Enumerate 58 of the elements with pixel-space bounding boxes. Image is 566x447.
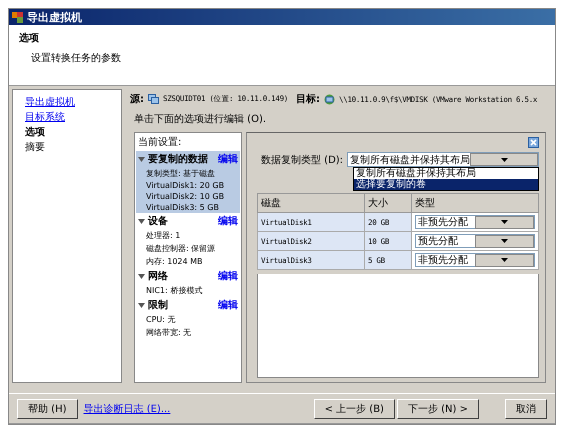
- type-dropdown[interactable]: 非预先分配: [415, 253, 535, 267]
- cancel-button[interactable]: 取消: [505, 399, 547, 419]
- settings-title: 当前设置:: [137, 136, 182, 150]
- type-dropdown[interactable]: 预先分配: [415, 234, 535, 248]
- setting-value: 内存: 1024 MB: [145, 256, 204, 268]
- edit-link[interactable]: 编辑: [218, 269, 238, 283]
- help-button[interactable]: 帮助 (H): [17, 399, 78, 419]
- section-title: 限制: [148, 298, 169, 312]
- setting-value: 网络带宽: 无: [145, 327, 192, 339]
- page-subtitle: 设置转换任务的参数: [30, 52, 122, 65]
- column-header[interactable]: 类型: [412, 194, 538, 212]
- instruction-text: 单击下面的选项进行编辑 (O).: [133, 112, 268, 126]
- back-button[interactable]: < 上一步 (B): [314, 399, 395, 419]
- settings-section[interactable]: 限制 编辑 CPU: 无 网络带宽: 无: [136, 297, 240, 339]
- next-button[interactable]: 下一步 (N) >: [396, 399, 479, 419]
- window-title: 导出虚拟机: [27, 10, 82, 24]
- copy-type-label: 数据复制类型 (D):: [261, 154, 344, 166]
- target-label: 目标:: [296, 92, 320, 106]
- close-icon[interactable]: [528, 137, 539, 148]
- collapse-icon[interactable]: [138, 274, 145, 278]
- collapse-icon[interactable]: [138, 218, 145, 224]
- page-title: 选项: [19, 32, 40, 45]
- type-dropdown[interactable]: 非预先分配: [415, 215, 535, 229]
- column-header[interactable]: 大小: [364, 194, 412, 212]
- computer-icon: [148, 94, 159, 104]
- setting-value: CPU: 无: [145, 314, 177, 326]
- collapse-icon[interactable]: [138, 156, 145, 162]
- setting-value: VirtualDisk3: 5 GB: [145, 202, 220, 213]
- caret-icon: [500, 158, 508, 162]
- section-title: 设备: [148, 214, 169, 228]
- copy-type-dropdown[interactable]: 复制所有磁盘并保持其布局: [347, 152, 539, 167]
- dropdown-option[interactable]: 复制所有磁盘并保持其布局: [354, 168, 538, 179]
- caret-icon: [501, 258, 508, 262]
- setting-value: NIC1: 桥接模式: [145, 285, 204, 297]
- setting-value: VirtualDisk2: 10 GB: [145, 191, 226, 202]
- setting-value: 处理器: 1: [145, 230, 182, 242]
- section-title: 要复制的数据: [148, 152, 209, 166]
- dropdown-option[interactable]: 选择要复制的卷: [354, 179, 538, 190]
- edit-link[interactable]: 编辑: [218, 214, 238, 228]
- edit-link[interactable]: 编辑: [218, 152, 238, 166]
- section-title: 网络: [148, 270, 169, 283]
- edit-link[interactable]: 编辑: [218, 298, 238, 312]
- nav-item[interactable]: 导出虚拟机: [25, 95, 121, 109]
- setting-value: 磁盘控制器: 保留源: [145, 243, 216, 255]
- setting-value: VirtualDisk1: 20 GB: [145, 180, 226, 191]
- caret-icon: [501, 239, 508, 243]
- network-icon: [324, 94, 336, 104]
- source-label: 源:: [130, 92, 144, 106]
- settings-section[interactable]: 网络 编辑 NIC1: 桥接模式: [136, 268, 240, 297]
- app-icon: [12, 12, 23, 22]
- settings-section[interactable]: 设备 编辑 处理器: 1 磁盘控制器: 保留源 内存: 1024 MB: [136, 213, 240, 268]
- nav-item[interactable]: 目标系统: [25, 110, 121, 124]
- column-header[interactable]: 磁盘: [258, 194, 364, 212]
- collapse-icon[interactable]: [138, 302, 145, 308]
- setting-value: 复制类型: 基于磁盘: [145, 168, 216, 180]
- export-log-link[interactable]: 导出诊断日志 (E)...: [84, 402, 170, 416]
- caret-icon: [501, 220, 508, 224]
- settings-section[interactable]: 要复制的数据 编辑 复制类型: 基于磁盘 VirtualDisk1: 20 GB VirtualDisk2: 10 GB VirtualDisk3: 5 GB: [136, 151, 240, 213]
